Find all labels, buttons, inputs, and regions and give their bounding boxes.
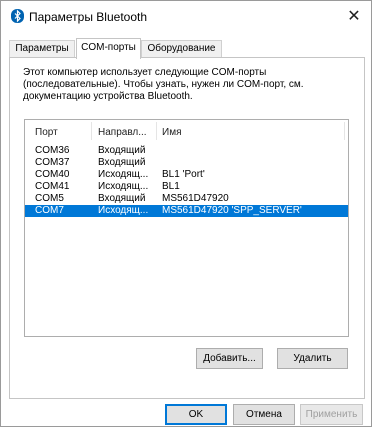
row-name: MS561D47920 'SPP_SERVER' — [162, 205, 302, 216]
apply-button[interactable]: Применить — [300, 404, 363, 425]
list-row[interactable]: COM40 Исходящ... BL1 'Port' — [25, 169, 348, 181]
row-name: MS561D47920 — [162, 193, 229, 204]
column-header-name[interactable]: Имя — [162, 127, 181, 138]
list-header: Порт Направл... Имя — [25, 120, 348, 142]
column-header-direction[interactable]: Направл... — [98, 127, 147, 138]
close-button[interactable]: ✕ — [337, 1, 371, 31]
row-direction: Входящий — [98, 145, 146, 156]
row-port: COM36 — [35, 145, 70, 156]
row-direction: Исходящ... — [98, 205, 149, 216]
close-icon: ✕ — [347, 8, 361, 25]
list-row[interactable]: COM37 Входящий — [25, 157, 348, 169]
window-title: Параметры Bluetooth — [29, 10, 148, 24]
description-line: Этот компьютер использует следующие COM-… — [23, 67, 267, 78]
row-port: COM41 — [35, 181, 70, 192]
list-row-selected[interactable]: COM7 Исходящ... MS561D47920 'SPP_SERVER' — [25, 205, 348, 217]
description-text: Этот компьютер использует следующие COM-… — [23, 67, 343, 103]
row-direction: Входящий — [98, 193, 146, 204]
row-name: BL1 'Port' — [162, 169, 205, 180]
column-header-port[interactable]: Порт — [35, 127, 58, 138]
description-line: документацию устройства Bluetooth. — [23, 91, 193, 102]
title-bar: Параметры Bluetooth ✕ — [1, 1, 371, 31]
list-row[interactable]: COM5 Входящий MS561D47920 — [25, 193, 348, 205]
tab-label: COM-порты — [81, 42, 136, 53]
row-port: COM37 — [35, 157, 70, 168]
tab-parameters[interactable]: Параметры — [9, 40, 75, 57]
ok-button[interactable]: OK — [165, 404, 227, 425]
list-row[interactable]: COM36 Входящий — [25, 145, 348, 157]
list-row[interactable]: COM41 Исходящ... BL1 — [25, 181, 348, 193]
row-port: COM7 — [35, 205, 64, 216]
row-direction: Исходящ... — [98, 181, 149, 192]
row-port: COM40 — [35, 169, 70, 180]
cancel-button[interactable]: Отмена — [233, 404, 295, 425]
column-divider[interactable] — [156, 122, 157, 140]
column-divider[interactable] — [91, 122, 92, 140]
tab-hardware[interactable]: Оборудование — [141, 40, 222, 57]
row-direction: Входящий — [98, 157, 146, 168]
bluetooth-icon — [11, 9, 24, 23]
tab-label: Параметры — [15, 43, 69, 54]
tab-label: Оборудование — [147, 43, 216, 54]
row-name: BL1 — [162, 181, 180, 192]
description-line: (последовательные). Чтобы узнать, нужен … — [23, 79, 304, 90]
row-direction: Исходящ... — [98, 169, 149, 180]
com-ports-list[interactable]: Порт Направл... Имя COM36 Входящий COM37… — [24, 119, 349, 337]
remove-button[interactable]: Удалить — [277, 348, 348, 369]
add-button[interactable]: Добавить... — [196, 348, 263, 369]
tab-com-ports[interactable]: COM-порты — [76, 38, 141, 59]
column-divider[interactable] — [344, 122, 345, 140]
row-port: COM5 — [35, 193, 64, 204]
